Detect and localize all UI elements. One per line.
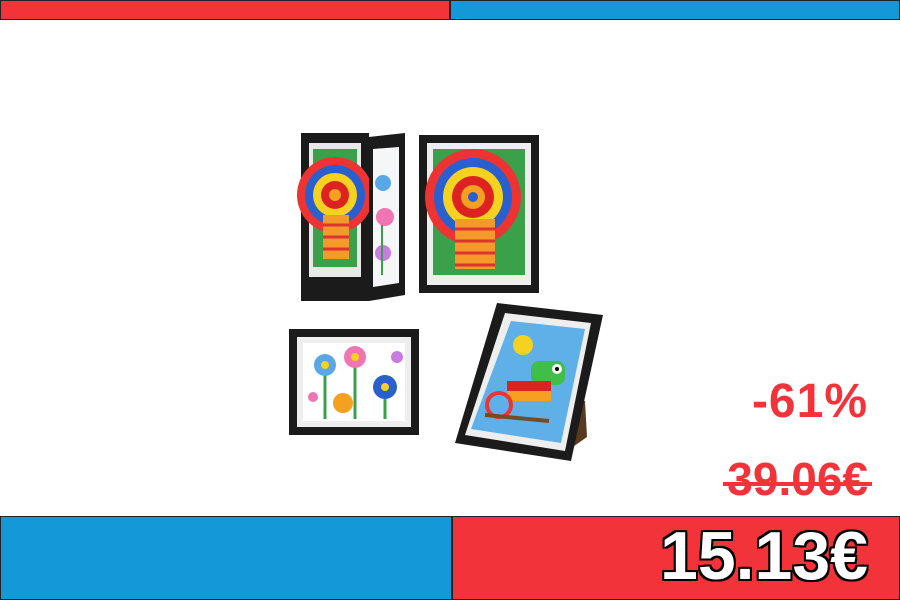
product-image <box>289 133 603 461</box>
bottom-left-blue-band <box>0 516 452 600</box>
top-right-blue-band <box>450 0 900 20</box>
original-price: 39.06€ <box>723 453 872 505</box>
portrait-frame-icon <box>419 135 539 293</box>
original-price-text: 39.06€ <box>727 453 868 505</box>
sale-price: 15.13€ <box>660 518 868 594</box>
tilted-frame-icon <box>455 303 603 461</box>
strikethrough-line <box>723 482 872 486</box>
discount-badge: -61% <box>751 375 868 428</box>
landscape-frame-icon <box>289 329 419 435</box>
top-left-red-band <box>0 0 450 20</box>
open-frame-icon <box>297 133 405 301</box>
